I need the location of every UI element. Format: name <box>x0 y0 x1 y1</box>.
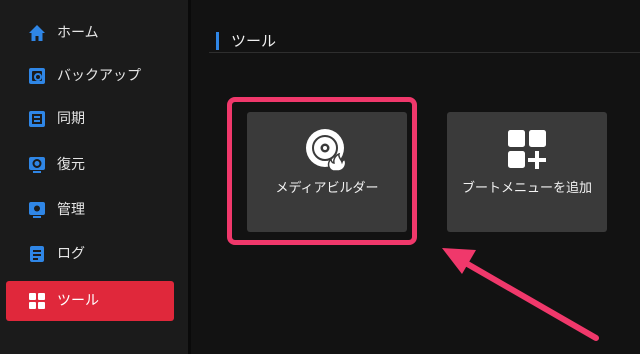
media-builder-disc-icon <box>306 129 347 172</box>
sidebar-item-label: ログ <box>57 246 85 262</box>
sidebar-item-label: 管理 <box>57 202 85 218</box>
restore-icon <box>29 157 45 173</box>
sidebar-item-home[interactable]: ホーム <box>6 13 174 53</box>
sidebar-item-log[interactable]: ログ <box>6 234 174 274</box>
sidebar-item-label: 同期 <box>57 111 85 127</box>
media-builder-label: メディアビルダー <box>275 181 379 196</box>
manage-icon <box>29 202 45 218</box>
tools-icon <box>29 293 45 309</box>
add-boot-menu-label: ブートメニューを追加 <box>461 181 592 196</box>
sidebar-item-backup[interactable]: バックアップ <box>6 56 174 96</box>
sidebar-item-label: 復元 <box>57 157 85 173</box>
sidebar-item-tools[interactable]: ツール <box>6 281 174 321</box>
backup-icon <box>29 68 45 84</box>
sidebar-item-label: ホーム <box>57 25 99 41</box>
sidebar-item-label: ツール <box>57 293 99 309</box>
add-boot-menu-tile[interactable]: ブートメニューを追加 <box>447 112 607 232</box>
sidebar-item-sync[interactable]: 同期 <box>6 99 174 139</box>
media-builder-tile[interactable]: メディアビルダー <box>247 112 407 232</box>
sidebar-item-restore[interactable]: 復元 <box>6 145 174 185</box>
home-icon <box>29 25 45 41</box>
log-icon <box>30 246 44 262</box>
section-divider <box>209 52 640 53</box>
section-accent-bar <box>216 32 219 50</box>
sidebar-item-label: バックアップ <box>57 68 141 84</box>
sync-icon <box>29 111 45 127</box>
main-content: ツール メディアビルダー ブートメニューを追加 <box>191 0 640 354</box>
add-boot-menu-icon <box>508 130 546 169</box>
sidebar: ホーム バックアップ 同期 復元 管理 ログ ツール <box>0 0 188 354</box>
sidebar-item-manage[interactable]: 管理 <box>6 190 174 230</box>
section-title: ツール <box>231 32 277 50</box>
